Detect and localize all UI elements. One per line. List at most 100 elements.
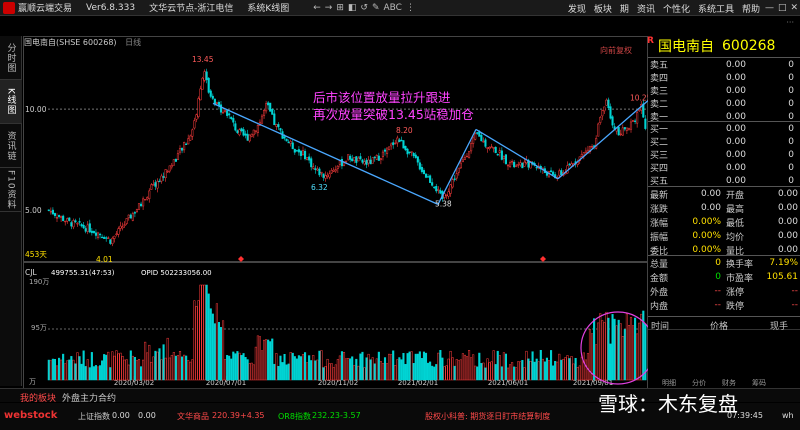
candle — [113, 235, 116, 239]
menu-futures[interactable]: 期 — [620, 2, 629, 15]
volume-bar — [470, 357, 473, 381]
volume-bar — [582, 352, 585, 381]
quote-label: 开盘 — [726, 190, 745, 201]
refresh-icon[interactable]: ↺ — [360, 3, 368, 13]
window-icon[interactable]: ◧ — [348, 3, 357, 13]
tab-kline[interactable]: K线图 — [0, 80, 22, 124]
quote-label: 最低 — [726, 218, 745, 229]
quote-label: 最新 — [650, 190, 669, 201]
menu-discover[interactable]: 发现 — [568, 2, 586, 15]
candle — [127, 214, 130, 218]
menu-sector[interactable]: 板块 — [594, 2, 612, 15]
candle — [330, 170, 333, 174]
order-book-row[interactable]: 买一 0.00 0 — [648, 122, 800, 136]
forward-icon[interactable]: → — [325, 3, 333, 13]
volume-bar — [277, 366, 280, 381]
candle — [304, 150, 307, 160]
tab-news-chain[interactable]: 资讯链 — [0, 124, 22, 168]
tab-price-split[interactable]: 分价 — [692, 378, 706, 388]
order-book-row[interactable]: 卖四 0.00 0 — [648, 71, 800, 85]
tab-f10[interactable]: F10资料 — [0, 168, 22, 212]
server-node[interactable]: 文华云节点-浙江电信 — [149, 1, 233, 14]
news-ticker[interactable]: 股权小科普: 期货逐日盯市结算制度 — [425, 411, 550, 422]
candle — [254, 130, 257, 132]
label-mid2: 8.20 — [396, 126, 413, 135]
volume-bar — [367, 353, 370, 381]
tab-timeshare[interactable]: 分时图 — [0, 36, 22, 80]
index3-name[interactable]: OR8指数 — [278, 411, 311, 422]
order-volume: 0 — [788, 123, 794, 134]
candle — [156, 181, 159, 189]
tab-finance[interactable]: 财务 — [722, 378, 736, 388]
candle — [74, 220, 77, 223]
volume-bar — [281, 362, 284, 381]
order-book-row[interactable]: 卖二 0.00 0 — [648, 97, 800, 111]
quote-row: 总量 0 换手率 7.19% — [648, 256, 800, 270]
volume-bar — [502, 352, 505, 381]
volume-bar — [511, 362, 514, 381]
volume-bar — [611, 314, 614, 381]
candle — [293, 148, 296, 153]
days-label: 453天 — [25, 250, 47, 259]
volume-bar — [488, 362, 491, 381]
candle — [379, 158, 382, 161]
candle — [472, 137, 475, 144]
kline-chart[interactable]: 10.00 5.00 453天 CJL 499755.31(47:53) OPID 502… — [23, 36, 648, 391]
volume-bar — [338, 355, 341, 381]
title-bar: 赢顺云端交易 Ver6.8.333 文华云节点-浙江电信 系统K线图 ← → ⊞… — [0, 0, 800, 16]
index1-name[interactable]: 上证指数 — [78, 411, 110, 422]
candle — [361, 159, 364, 163]
abc-icon[interactable]: ABC — [383, 3, 401, 13]
candle — [515, 165, 518, 167]
candle — [383, 149, 387, 152]
candle — [560, 170, 563, 176]
minimize-icon[interactable]: — — [765, 3, 774, 13]
candle — [490, 146, 493, 148]
order-book-row[interactable]: 卖三 0.00 0 — [648, 84, 800, 98]
options-icon[interactable]: ··· — [786, 18, 794, 27]
volume-bar — [170, 355, 173, 381]
index2-name[interactable]: 文华商品 — [177, 411, 209, 422]
order-book-row[interactable]: 卖五 0.00 0 — [648, 58, 800, 72]
layout-icon[interactable]: ⊞ — [336, 3, 344, 13]
tab-detail[interactable]: 明细 — [662, 378, 676, 388]
volume-bar — [465, 356, 469, 381]
candle — [78, 221, 81, 223]
detail-tabs: 明细 分价 财务 筹码 — [648, 378, 800, 388]
more-icon[interactable]: ⋮ — [406, 3, 415, 13]
volume-bar — [636, 333, 639, 381]
candle — [634, 120, 637, 122]
candle — [271, 109, 274, 115]
candle — [388, 146, 391, 150]
volume-bar — [390, 354, 393, 381]
volume-bar — [267, 339, 270, 381]
order-book-row[interactable]: 买四 0.00 0 — [648, 161, 800, 175]
draw-icon[interactable]: ✎ — [372, 3, 380, 13]
tab-chips[interactable]: 筹码 — [752, 378, 766, 388]
volume-bar — [84, 366, 87, 381]
maximize-icon[interactable]: □ — [778, 3, 787, 13]
menu-help[interactable]: 帮助 — [742, 2, 760, 15]
candle — [359, 156, 362, 159]
candle — [181, 147, 184, 151]
volume-bar — [363, 367, 366, 381]
order-book-row[interactable]: 买三 0.00 0 — [648, 148, 800, 162]
candle — [550, 170, 553, 173]
volume-bar — [472, 354, 475, 381]
back-icon[interactable]: ← — [313, 3, 321, 13]
candle — [439, 190, 442, 194]
menu-news[interactable]: 资讯 — [637, 2, 655, 15]
candle — [168, 165, 171, 172]
annotation-line1: 后市该位置放量拉升跟进 — [313, 90, 451, 105]
volume-bar — [88, 367, 91, 381]
volume-bar — [58, 357, 61, 381]
order-book-row[interactable]: 买二 0.00 0 — [648, 135, 800, 149]
candle — [133, 212, 136, 214]
close-icon[interactable]: ✕ — [790, 3, 798, 13]
vol-tick-mid: 95万 — [31, 324, 47, 332]
menu-tools[interactable]: 系统工具 — [698, 2, 734, 15]
tick-time-header: 时间 — [651, 322, 670, 332]
menu-personalize[interactable]: 个性化 — [663, 2, 690, 15]
volume-bar — [80, 363, 83, 381]
volume-bar — [90, 352, 93, 381]
